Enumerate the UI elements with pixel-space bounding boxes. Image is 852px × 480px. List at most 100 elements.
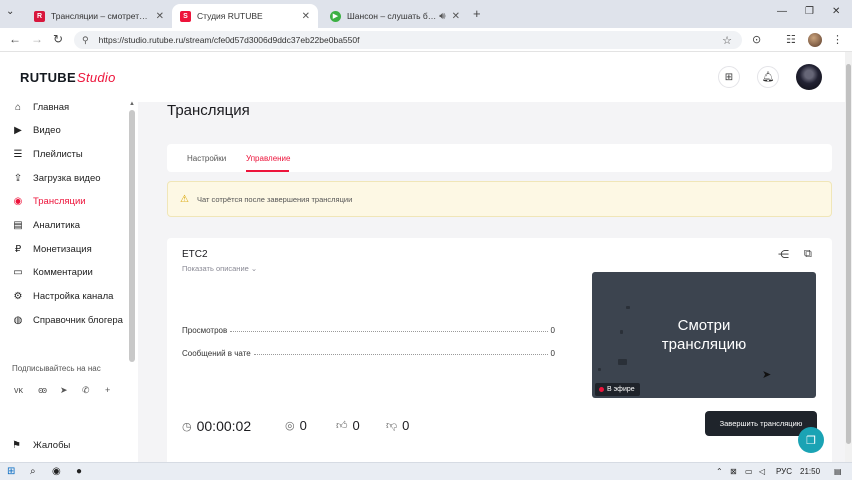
- sidebar-item-blogger-guide[interactable]: ◍ Справочник блогера: [12, 315, 123, 326]
- tray-app-icon[interactable]: ⊠: [730, 467, 737, 476]
- sidebar-scroll-up-icon[interactable]: ▲: [129, 101, 135, 107]
- sidebar-item-label: Жалобы: [33, 440, 71, 451]
- active-tab-indicator: [246, 170, 289, 172]
- extensions-icon[interactable]: ☷: [786, 33, 796, 46]
- chrome-taskbar-icon[interactable]: ◉: [52, 466, 61, 477]
- browser-tab-studio[interactable]: S Студия RUTUBE ✕: [172, 4, 318, 28]
- sidebar-item-upload[interactable]: ⇪ Загрузка видео: [12, 173, 101, 184]
- tray-overflow-icon[interactable]: ⌃: [716, 467, 723, 476]
- plus-icon[interactable]: +: [105, 385, 110, 395]
- user-avatar[interactable]: [796, 64, 822, 90]
- speaker-icon[interactable]: ◁: [759, 467, 765, 476]
- notifications-icon[interactable]: ▤: [834, 467, 842, 476]
- sidebar-item-monetization[interactable]: ₽ Монетизация: [12, 244, 92, 255]
- close-tab-icon[interactable]: ✕: [452, 11, 460, 22]
- sidebar-item-complaints[interactable]: ⚑ Жалобы: [12, 440, 70, 451]
- reload-icon[interactable]: ↻: [53, 32, 63, 46]
- preview-speck: [598, 368, 601, 371]
- stream-timer: ◷ 00:00:02: [182, 418, 252, 434]
- chat-warning-banner: ⚠ Чат сотрётся после завершения трансляц…: [167, 181, 832, 217]
- bookmark-star-icon[interactable]: ☆: [722, 34, 732, 47]
- stat-label: Сообщений в чате: [182, 349, 251, 358]
- likes-count: 👍︎ 0: [336, 418, 360, 433]
- notifications-bell-icon[interactable]: 🔔︎: [757, 66, 779, 88]
- back-icon[interactable]: ←: [9, 32, 21, 46]
- site-info-icon[interactable]: ⚲: [82, 35, 89, 46]
- forward-icon[interactable]: →: [31, 32, 43, 46]
- new-tab-icon[interactable]: +: [473, 6, 481, 21]
- warning-text: Чат сотрётся после завершения трансляции: [196, 194, 353, 204]
- clock-icon: ◷: [182, 420, 192, 433]
- live-dot-icon: [599, 387, 604, 392]
- stat-label: Просмотров: [182, 326, 228, 335]
- playlist-icon: ☰: [13, 149, 23, 160]
- page-scroll-thumb[interactable]: [846, 64, 851, 444]
- rutube-studio-logo[interactable]: RUTUBEStudio: [20, 70, 116, 85]
- tab-settings[interactable]: Настройки: [187, 154, 226, 163]
- sidebar-item-streams[interactable]: ◉ Трансляции: [12, 196, 86, 207]
- help-chat-button[interactable]: ❐: [798, 427, 824, 453]
- studio-page: RUTUBEStudio ⊞ 🔔︎ ⌂ Главная ▶ Видео ☰ Плейл…: [0, 52, 852, 462]
- tab-management[interactable]: Управление: [246, 154, 290, 163]
- mute-tab-icon[interactable]: 🔊︎: [439, 11, 445, 22]
- sidebar-item-label: Главная: [33, 102, 70, 113]
- chevron-down-icon: ⌄: [250, 264, 258, 273]
- tab-search-icon[interactable]: ⌄: [6, 6, 14, 17]
- sidebar-item-label: Аналитика: [33, 220, 81, 231]
- language-indicator[interactable]: РУС: [776, 467, 792, 476]
- add-content-icon[interactable]: ⊞: [718, 66, 740, 88]
- viewers-count: ◎ 0: [285, 418, 307, 433]
- main-content: Трансляция Настройки Управление ⚠ Чат со…: [138, 102, 852, 462]
- clock-time[interactable]: 21:50: [800, 467, 820, 476]
- sidebar-item-video[interactable]: ▶ Видео: [12, 125, 61, 136]
- close-tab-icon[interactable]: ✕: [302, 11, 310, 22]
- windows-start-icon[interactable]: ⊞: [7, 466, 15, 477]
- search-icon[interactable]: ⌕: [30, 466, 36, 477]
- network-icon[interactable]: ▭: [745, 467, 753, 476]
- ok-icon[interactable]: ꙭ: [38, 385, 47, 396]
- guide-icon: ◍: [13, 315, 23, 326]
- sidebar-item-label: Монетизация: [33, 244, 92, 255]
- page-scrollbar[interactable]: [845, 52, 852, 462]
- preview-speck: [626, 306, 630, 309]
- mouse-cursor-icon: ➤: [762, 369, 772, 381]
- share-icon[interactable]: ⋲: [778, 248, 789, 261]
- address-bar[interactable]: ⚲ https://studio.rutube.ru/stream/cfe0d5…: [74, 31, 742, 49]
- sidebar-item-home[interactable]: ⌂ Главная: [12, 102, 69, 113]
- sidebar-item-label: Трансляции: [33, 196, 86, 207]
- close-window-icon[interactable]: ✕: [832, 6, 840, 17]
- shanson-favicon-icon: ▶: [330, 10, 341, 22]
- stat-value: 0: [550, 349, 555, 358]
- preview-speck: [618, 359, 627, 365]
- browser-tab-rutube-streams[interactable]: R Трансляции – смотреть все в ✕: [26, 4, 172, 28]
- open-external-icon[interactable]: ⧉: [804, 248, 812, 261]
- show-description-toggle[interactable]: Показать описание ⌄: [182, 264, 257, 273]
- browser-tab-shanson[interactable]: ▶ Шансон – слушать бесплат 🔊︎ ✕: [322, 4, 468, 28]
- sidebar-scrollbar[interactable]: [129, 110, 135, 362]
- sidebar-item-analytics[interactable]: ▤ Аналитика: [12, 220, 80, 231]
- telegram-icon[interactable]: ➤: [60, 385, 68, 396]
- money-icon: ₽: [14, 244, 22, 255]
- google-lens-icon[interactable]: ⊙: [752, 33, 761, 46]
- minimize-icon[interactable]: —: [777, 6, 787, 17]
- stat-leader: [253, 349, 548, 355]
- close-tab-icon[interactable]: ✕: [156, 11, 164, 22]
- warning-icon: ⚠: [180, 193, 189, 205]
- app-taskbar-icon[interactable]: ●: [76, 466, 82, 477]
- viber-icon[interactable]: ✆: [82, 385, 90, 396]
- browser-toolbar: ← → ↻ ⚲ https://studio.rutube.ru/stream/…: [0, 28, 852, 52]
- browser-menu-icon[interactable]: ⋮: [832, 33, 843, 46]
- sidebar-item-label: Комментарии: [33, 267, 93, 278]
- sidebar-item-channel-settings[interactable]: ⚙ Настройка канала: [12, 291, 114, 302]
- sidebar-item-comments[interactable]: ▭ Комментарии: [12, 267, 93, 278]
- windows-taskbar: ⊞ ⌕ ◉ ● ⌃ ⊠ ▭ ◁ РУС 21:50 ▤: [0, 462, 852, 480]
- stat-views: Просмотров 0: [182, 326, 555, 335]
- vk-icon[interactable]: ᴠᴋ: [14, 385, 23, 395]
- studio-favicon-icon: S: [180, 10, 191, 22]
- restore-icon[interactable]: ❐: [805, 6, 814, 17]
- live-badge: В эфире: [595, 383, 640, 396]
- stream-preview[interactable]: Смотри трансляцию В эфире: [592, 272, 816, 398]
- thumbs-up-icon: 👍︎: [336, 420, 348, 432]
- browser-profile-avatar[interactable]: [808, 33, 822, 47]
- sidebar-item-playlists[interactable]: ☰ Плейлисты: [12, 149, 83, 160]
